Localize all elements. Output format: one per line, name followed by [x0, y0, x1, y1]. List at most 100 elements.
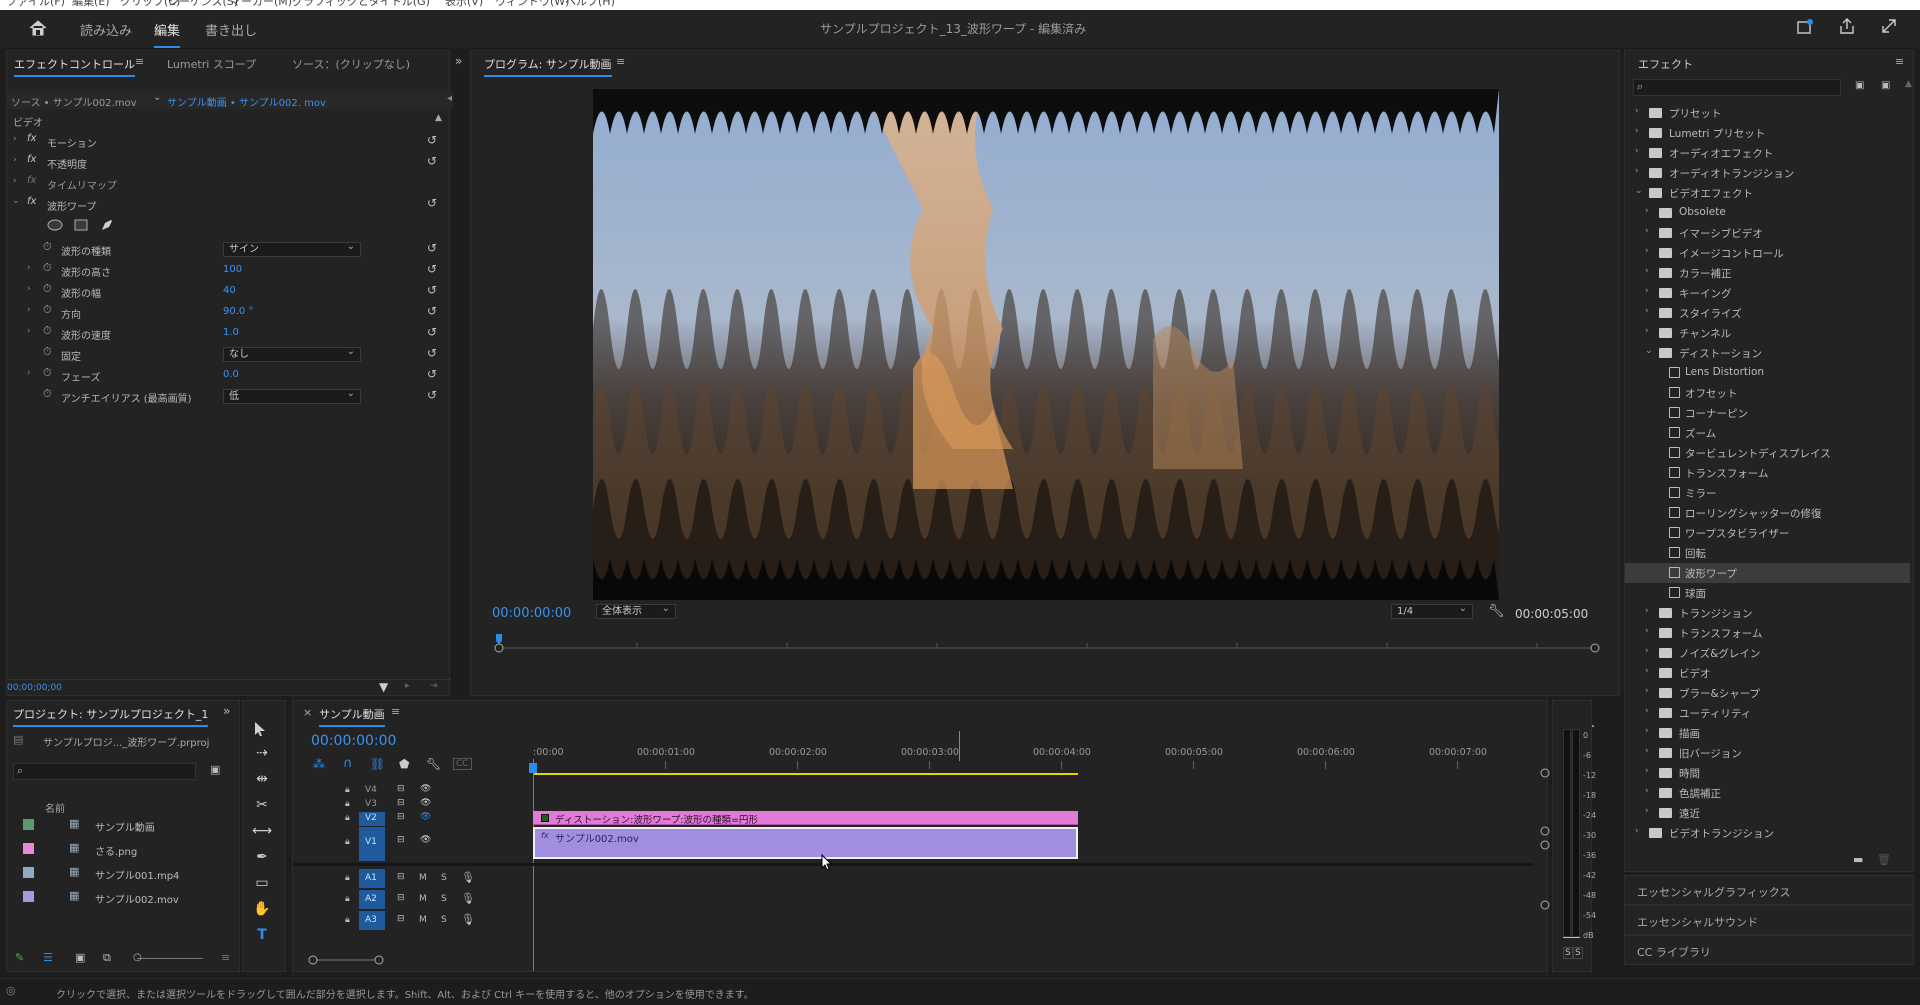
cc-libraries-panel[interactable]: CC ライブラリ — [1624, 935, 1914, 965]
home-icon[interactable] — [28, 19, 48, 37]
chevron-right-icon[interactable]: › — [1645, 606, 1649, 616]
add-marker-icon[interactable]: ⬟ — [399, 757, 409, 771]
eye-icon[interactable]: 👁︎ — [420, 798, 431, 808]
stopwatch-icon[interactable]: ⏱︎ — [43, 261, 52, 275]
ripple-edit-tool-icon[interactable]: ⇹ — [251, 771, 273, 787]
menu-file[interactable]: ファイル(F) — [6, 0, 65, 9]
lock-icon[interactable]: 🔒︎ — [345, 799, 350, 809]
stopwatch-icon[interactable]: ⏱︎ — [43, 303, 52, 317]
panel-menu-icon[interactable]: ≡ — [391, 705, 400, 718]
effects-tree-item[interactable]: › カラー補正 — [1625, 263, 1910, 283]
reset-icon[interactable]: ↺ — [427, 133, 437, 147]
project-item[interactable]: ▦ サンプル002.mov — [7, 887, 227, 907]
solo-button[interactable]: S — [441, 915, 447, 925]
sync-lock-icon[interactable]: ⊟ — [397, 798, 405, 808]
microphone-icon[interactable]: 🎙︎ — [461, 871, 475, 884]
effects-tree-item[interactable]: › トランスフォーム — [1625, 623, 1910, 643]
effects-tree-item[interactable]: › 旧バージョン — [1625, 743, 1910, 763]
chevron-down-icon[interactable]: ⌄ — [1635, 186, 1643, 196]
param-row[interactable]: › ⏱︎ 波形の高さ 100 ↺ — [7, 261, 447, 280]
sync-lock-icon[interactable]: ⊟ — [397, 872, 405, 882]
program-scrubber[interactable] — [487, 632, 1607, 654]
track-name[interactable]: A3 — [365, 915, 377, 925]
menu-sequence[interactable]: シーケンス(S) — [168, 0, 238, 9]
lock-icon[interactable]: 🔒︎ — [345, 813, 350, 823]
resolution-dropdown[interactable]: 1/4 — [1391, 602, 1473, 619]
time-ruler[interactable]: :00:00 00:00:01:00 00:00:02:00 00:00:03:00 0… — [533, 739, 1533, 775]
effects-tree-item[interactable]: › 遠近 — [1625, 803, 1910, 823]
chevron-right-icon[interactable]: › — [1645, 726, 1649, 736]
chevron-right-icon[interactable]: › — [1645, 306, 1649, 316]
sync-lock-icon[interactable]: ⊟ — [397, 784, 405, 794]
effect-time-remap[interactable]: › fx タイムリマップ — [7, 175, 447, 193]
export-icon[interactable]: ⇥ — [430, 681, 438, 691]
param-value[interactable]: 90.0 ° — [223, 306, 253, 317]
effects-tree-item[interactable]: › イメージコントロール — [1625, 243, 1910, 263]
reset-icon[interactable]: ↺ — [427, 304, 437, 318]
video-clip[interactable]: fx サンプル002.mov — [533, 827, 1078, 859]
effects-tree-item[interactable]: 球面 — [1625, 583, 1910, 603]
expand-panels-icon[interactable]: » — [223, 704, 230, 718]
rectangle-mask-icon[interactable] — [74, 219, 88, 231]
play-audio-icon[interactable]: ▸ — [405, 681, 410, 691]
pen-mask-icon[interactable] — [100, 218, 114, 232]
effects-tree-item[interactable]: 回転 — [1625, 543, 1910, 563]
playhead-handle[interactable] — [529, 763, 537, 773]
project-item[interactable]: ▦ サンプル001.mp4 — [7, 863, 227, 883]
param-row[interactable]: › ⏱︎ 方向 90.0 ° ↺ — [7, 303, 447, 322]
param-dropdown[interactable]: なし — [223, 345, 361, 362]
solo-left-button[interactable]: S — [1563, 947, 1573, 959]
chevron-right-icon[interactable]: › — [1645, 686, 1649, 696]
effects-tree-item[interactable]: › オーディオエフェクト — [1625, 143, 1910, 163]
workspace-export[interactable]: 書き出し — [205, 20, 257, 39]
chevron-right-icon[interactable]: › — [1645, 226, 1649, 236]
effects-tree-item[interactable]: › ブラー&シャープ — [1625, 683, 1910, 703]
hand-tool-icon[interactable]: ✋ — [251, 901, 273, 917]
zoom-slider[interactable] — [137, 958, 203, 959]
scroll-up-icon[interactable]: ▲ — [435, 113, 442, 123]
param-row[interactable]: ⏱︎ 固定 なし ↺ — [7, 345, 447, 364]
chevron-right-icon[interactable]: › — [1645, 706, 1649, 716]
chevron-down-icon[interactable]: ⌄ — [153, 92, 161, 103]
reset-icon[interactable]: ↺ — [427, 241, 437, 255]
scroll-up-icon[interactable]: ▲ — [1905, 79, 1912, 89]
track-name[interactable]: V1 — [365, 837, 377, 847]
razor-tool-icon[interactable]: ✂ — [251, 797, 273, 813]
tab-lumetri-scopes[interactable]: Lumetri スコープ — [167, 56, 256, 72]
panel-menu-icon[interactable]: ≡ — [616, 55, 625, 68]
delete-icon[interactable]: 🗑︎ — [1877, 853, 1891, 866]
settings-wrench-icon[interactable]: 🔧︎ — [1488, 604, 1505, 619]
param-row[interactable]: ⏱︎ 波形の種類 サイン ↺ — [7, 240, 447, 259]
effects-tree-item[interactable]: ⌄ ディストーション — [1625, 343, 1910, 363]
tab-program[interactable]: プログラム: サンプル動画 — [484, 56, 612, 77]
microphone-icon[interactable]: 🎙︎ — [461, 892, 475, 905]
effects-tree-item[interactable]: › ノイズ&グレイン — [1625, 643, 1910, 663]
twirl-icon[interactable]: › — [27, 305, 31, 315]
panel-menu-icon[interactable]: ≡ — [135, 55, 144, 68]
chevron-right-icon[interactable]: › — [1645, 266, 1649, 276]
captions-icon[interactable]: CC — [453, 758, 472, 770]
effects-tree-item[interactable]: › Obsolete — [1625, 203, 1910, 223]
label-color-swatch[interactable] — [23, 891, 34, 902]
menu-graphics[interactable]: グラフィックとタイトル(G) — [292, 0, 430, 9]
param-value[interactable]: 40 — [223, 285, 236, 296]
reset-icon[interactable]: ↺ — [427, 262, 437, 276]
effects-tree-item[interactable]: › 時間 — [1625, 763, 1910, 783]
menu-edit[interactable]: 編集(E) — [72, 0, 110, 9]
effects-tree-item[interactable]: › Lumetri プリセット — [1625, 123, 1910, 143]
chevron-right-icon[interactable]: › — [1635, 166, 1639, 176]
eye-icon[interactable]: 👁︎ — [420, 784, 431, 794]
rectangle-tool-icon[interactable]: ▭ — [251, 875, 273, 891]
panel-menu-icon[interactable]: ≡ — [1895, 55, 1904, 68]
solo-right-button[interactable]: S — [1573, 947, 1583, 959]
tab-source[interactable]: ソース：(クリップなし) — [292, 56, 410, 72]
effects-tree-item[interactable]: › イマーシブビデオ — [1625, 223, 1910, 243]
effects-tree-item[interactable]: › ビデオトランジション — [1625, 823, 1910, 843]
program-timecode[interactable]: 00:00:00:00 — [492, 606, 571, 621]
track-name[interactable]: V3 — [365, 799, 377, 809]
tab-effect-controls[interactable]: エフェクトコントロール — [14, 56, 135, 77]
share-icon[interactable] — [1838, 17, 1856, 35]
effects-tree-item[interactable]: › トランジション — [1625, 603, 1910, 623]
workspace-import[interactable]: 読み込み — [80, 20, 132, 39]
timeline-timecode[interactable]: 00:00:00:00 — [311, 733, 396, 749]
